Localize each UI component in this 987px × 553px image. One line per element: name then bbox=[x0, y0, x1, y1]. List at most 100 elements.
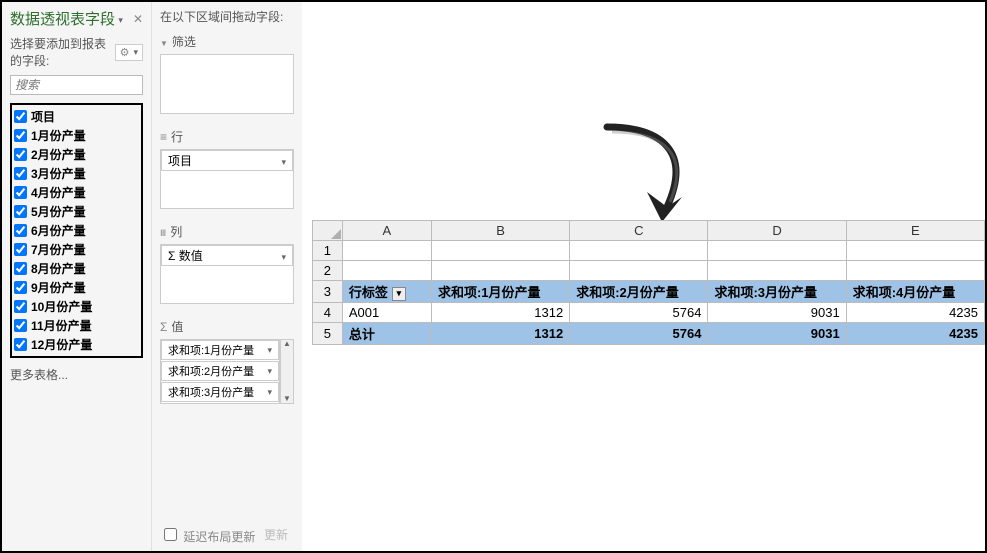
filter-drop-area[interactable] bbox=[160, 54, 294, 114]
field-item[interactable]: 7月份产量 bbox=[14, 240, 139, 259]
area-field-item[interactable]: 项目 bbox=[161, 150, 293, 171]
search-field[interactable] bbox=[10, 75, 143, 95]
column-header[interactable]: A bbox=[342, 221, 431, 241]
area-field-item[interactable]: 求和项:3月份产量 bbox=[161, 382, 279, 402]
field-checkbox[interactable] bbox=[14, 281, 27, 294]
rows-drop-area[interactable]: 项目 bbox=[160, 149, 294, 209]
cell[interactable]: 行标签▾ bbox=[342, 281, 431, 303]
cell[interactable] bbox=[342, 241, 431, 261]
close-icon[interactable] bbox=[133, 12, 143, 26]
field-checkbox[interactable] bbox=[14, 110, 27, 123]
area-field-item[interactable]: Σ 数值 bbox=[161, 245, 293, 266]
cell[interactable]: 1312 bbox=[431, 303, 569, 323]
chevron-down-icon[interactable] bbox=[118, 12, 123, 26]
chevron-down-icon bbox=[133, 46, 138, 58]
cell[interactable] bbox=[570, 241, 708, 261]
cell[interactable] bbox=[846, 241, 984, 261]
field-checkbox[interactable] bbox=[14, 129, 27, 142]
tools-gear-dropdown[interactable] bbox=[115, 44, 143, 61]
cell[interactable] bbox=[708, 241, 846, 261]
cell[interactable]: 9031 bbox=[708, 323, 846, 345]
cell[interactable]: 求和项:4月份产量 bbox=[846, 281, 984, 303]
field-item[interactable]: 4月份产量 bbox=[14, 183, 139, 202]
cell[interactable]: 1312 bbox=[431, 323, 569, 345]
field-item[interactable]: 10月份产量 bbox=[14, 297, 139, 316]
field-checkbox[interactable] bbox=[14, 205, 27, 218]
field-item[interactable]: 3月份产量 bbox=[14, 164, 139, 183]
cell[interactable]: 求和项:1月份产量 bbox=[431, 281, 569, 303]
column-header[interactable]: E bbox=[846, 221, 984, 241]
fields-pane: 数据透视表字段 选择要添加到报表的字段: 项目1月份产量2月份产量3月份产量4月… bbox=[2, 2, 152, 551]
chevron-down-icon[interactable] bbox=[267, 365, 272, 377]
chevron-down-icon[interactable] bbox=[267, 386, 272, 398]
field-label: 9月份产量 bbox=[31, 279, 86, 296]
field-item[interactable]: 1月份产量 bbox=[14, 126, 139, 145]
field-checkbox[interactable] bbox=[14, 319, 27, 332]
scroll-down-icon[interactable]: ▼ bbox=[283, 395, 291, 403]
row-header[interactable]: 3 bbox=[313, 281, 343, 303]
cell[interactable] bbox=[708, 261, 846, 281]
column-header[interactable]: D bbox=[708, 221, 846, 241]
defer-layout-checkbox[interactable]: 延迟布局更新 bbox=[160, 525, 255, 545]
cell[interactable]: 求和项:2月份产量 bbox=[570, 281, 708, 303]
cell[interactable]: 总计 bbox=[342, 323, 431, 345]
more-tables-link[interactable]: 更多表格... bbox=[10, 366, 143, 383]
chevron-down-icon[interactable] bbox=[267, 344, 272, 356]
field-label: 10月份产量 bbox=[31, 298, 92, 315]
field-item[interactable]: 2月份产量 bbox=[14, 145, 139, 164]
cell[interactable]: A001 bbox=[342, 303, 431, 323]
rows-area-label: 行 bbox=[171, 128, 183, 145]
field-checkbox[interactable] bbox=[14, 224, 27, 237]
cell[interactable] bbox=[431, 241, 569, 261]
field-checkbox[interactable] bbox=[14, 338, 27, 351]
cell[interactable]: 5764 bbox=[570, 323, 708, 345]
update-button[interactable]: 更新 bbox=[258, 524, 294, 545]
pivot-table[interactable]: ABCDE 123行标签▾求和项:1月份产量求和项:2月份产量求和项:3月份产量求… bbox=[312, 220, 985, 345]
area-field-item[interactable]: 求和项:2月份产量 bbox=[161, 361, 279, 381]
chevron-down-icon[interactable] bbox=[281, 154, 286, 168]
row-header[interactable]: 2 bbox=[313, 261, 343, 281]
cell[interactable]: 9031 bbox=[708, 303, 846, 323]
field-item[interactable]: 9月份产量 bbox=[14, 278, 139, 297]
field-checkbox[interactable] bbox=[14, 262, 27, 275]
cols-drop-area[interactable]: Σ 数值 bbox=[160, 244, 294, 304]
cell[interactable] bbox=[570, 261, 708, 281]
field-checkbox[interactable] bbox=[14, 243, 27, 256]
chevron-down-icon[interactable] bbox=[281, 249, 286, 263]
column-header[interactable]: B bbox=[431, 221, 569, 241]
field-label: 4月份产量 bbox=[31, 184, 86, 201]
row-header[interactable]: 1 bbox=[313, 241, 343, 261]
cell[interactable]: 求和项:3月份产量 bbox=[708, 281, 846, 303]
scroll-up-icon[interactable]: ▲ bbox=[283, 340, 291, 348]
filter-area-label: 筛选 bbox=[172, 33, 196, 50]
worksheet-area: ABCDE 123行标签▾求和项:1月份产量求和项:2月份产量求和项:3月份产量求… bbox=[302, 2, 985, 551]
column-header[interactable]: C bbox=[570, 221, 708, 241]
row-header[interactable]: 4 bbox=[313, 303, 343, 323]
field-item[interactable]: 8月份产量 bbox=[14, 259, 139, 278]
row-header[interactable]: 5 bbox=[313, 323, 343, 345]
row-label-filter-dropdown[interactable]: ▾ bbox=[392, 287, 406, 301]
cell[interactable]: 4235 bbox=[846, 323, 984, 345]
values-scrollbar[interactable]: ▲▼ bbox=[280, 339, 294, 404]
field-item[interactable]: 项目 bbox=[14, 107, 139, 126]
area-field-item[interactable]: 求和项:1月份产量 bbox=[161, 340, 279, 360]
field-label: 3月份产量 bbox=[31, 165, 86, 182]
field-checkbox[interactable] bbox=[14, 148, 27, 161]
field-checkbox[interactable] bbox=[14, 300, 27, 313]
field-checkbox[interactable] bbox=[14, 167, 27, 180]
field-item[interactable]: 12月份产量 bbox=[14, 335, 139, 354]
area-field-label: 求和项:1月份产量 bbox=[168, 342, 254, 358]
field-item[interactable]: 5月份产量 bbox=[14, 202, 139, 221]
cell[interactable]: 5764 bbox=[570, 303, 708, 323]
cell[interactable]: 4235 bbox=[846, 303, 984, 323]
select-all-corner[interactable] bbox=[313, 221, 343, 241]
field-checkbox[interactable] bbox=[14, 186, 27, 199]
values-drop-area[interactable]: 求和项:1月份产量求和项:2月份产量求和项:3月份产量 bbox=[160, 339, 280, 404]
choose-fields-label: 选择要添加到报表的字段: bbox=[10, 35, 115, 69]
cell[interactable] bbox=[431, 261, 569, 281]
area-field-label: 项目 bbox=[168, 152, 192, 169]
field-item[interactable]: 11月份产量 bbox=[14, 316, 139, 335]
cell[interactable] bbox=[342, 261, 431, 281]
field-item[interactable]: 6月份产量 bbox=[14, 221, 139, 240]
cell[interactable] bbox=[846, 261, 984, 281]
